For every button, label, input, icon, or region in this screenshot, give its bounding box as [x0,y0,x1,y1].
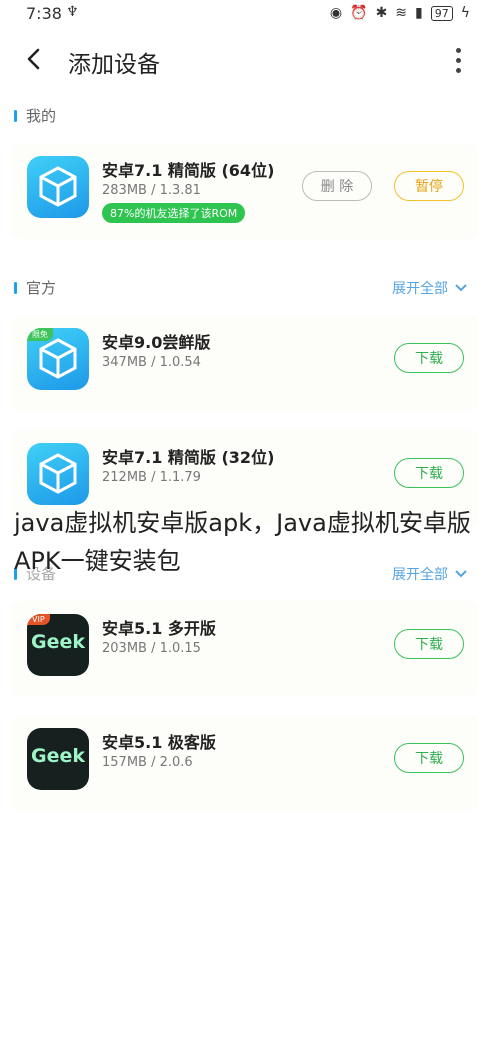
download-button[interactable]: 下载 [394,458,464,488]
app-card-android51-geek[interactable]: Geek 安卓5.1 极客版 157MB / 2.0.6 下载 [12,715,478,811]
geek-app-icon: Geek VIP [27,614,89,676]
download-button[interactable]: 下载 [394,743,464,773]
app-card-android90[interactable]: 限免 安卓9.0尝鲜版 347MB / 1.0.54 下载 [12,315,478,411]
section-label-mine: 我的 [26,107,57,125]
app-size-version: 283MB / 1.3.81 [102,183,201,198]
app-size-version: 203MB / 1.0.15 [102,641,201,656]
charging-icon: ϟ [460,5,470,21]
app-size-version: 347MB / 1.0.54 [102,355,201,370]
title-bar: 添加设备 [0,36,490,86]
app-name: 安卓5.1 极客版 [102,733,216,752]
status-time: 7:38 [26,4,62,23]
more-options-icon[interactable] [450,44,466,78]
download-button[interactable]: 下载 [394,343,464,373]
app-name: 安卓5.1 多开版 [102,619,216,638]
app-name: 安卓7.1 精简版 (32位) [102,448,275,467]
status-icons: ◉ ⏰ ✱ ≋ ▮ 97 ϟ [330,5,470,21]
delete-button[interactable]: 删 除 [302,171,372,201]
app-size-version: 212MB / 1.1.79 [102,470,201,485]
geek-logo-text: Geek [30,745,85,767]
battery-icon: 97 [430,5,453,21]
app-card-android71-64[interactable]: 安卓7.1 精简版 (64位) 283MB / 1.3.81 87%的机友选择了… [12,143,478,239]
section-marker [14,110,17,122]
alarm-icon: ⏰ [350,5,368,21]
signal-icon: ▮ [415,5,423,21]
cube-icon [39,166,77,207]
geek-app-icon: Geek [27,728,89,790]
pause-button[interactable]: 暂停 [394,171,464,201]
app-card-android51-multi[interactable]: Geek VIP 安卓5.1 多开版 203MB / 1.0.15 下载 [12,601,478,697]
bluetooth-icon: ✱ [375,5,388,21]
expand-all-link-official[interactable]: 展开全部 [392,278,468,298]
chevron-down-icon [455,284,467,292]
section-label-official: 官方 [26,279,57,297]
expand-all-label: 展开全部 [392,281,448,297]
eye-icon: ◉ [329,5,343,21]
app-name: 安卓9.0尝鲜版 [102,333,211,352]
app-name: 安卓7.1 精简版 (64位) [102,161,275,180]
vip-tag: VIP [27,614,50,625]
app-size-version: 157MB / 2.0.6 [102,755,193,770]
page-title: 添加设备 [68,52,160,78]
wifi-icon: ≋ [395,5,408,21]
vmos-app-icon [27,443,89,505]
vmos-app-icon: 限免 [27,328,89,390]
cube-icon [39,453,77,494]
notification-icon: ♆ [66,4,79,20]
vmos-app-icon [27,156,89,218]
back-arrow-icon[interactable] [22,44,48,74]
download-button[interactable]: 下载 [394,629,464,659]
status-bar: 7:38 ♆ ◉ ⏰ ✱ ≋ ▮ 97 ϟ [0,0,490,28]
free-tag: 限免 [27,328,53,341]
geek-logo-text: Geek [30,631,85,653]
recommend-badge: 87%的机友选择了该ROM [102,203,246,223]
section-marker [14,282,17,294]
overlay-caption: java虚拟机安卓版apk，Java虚拟机安卓版APK一键安装包 [14,509,471,575]
